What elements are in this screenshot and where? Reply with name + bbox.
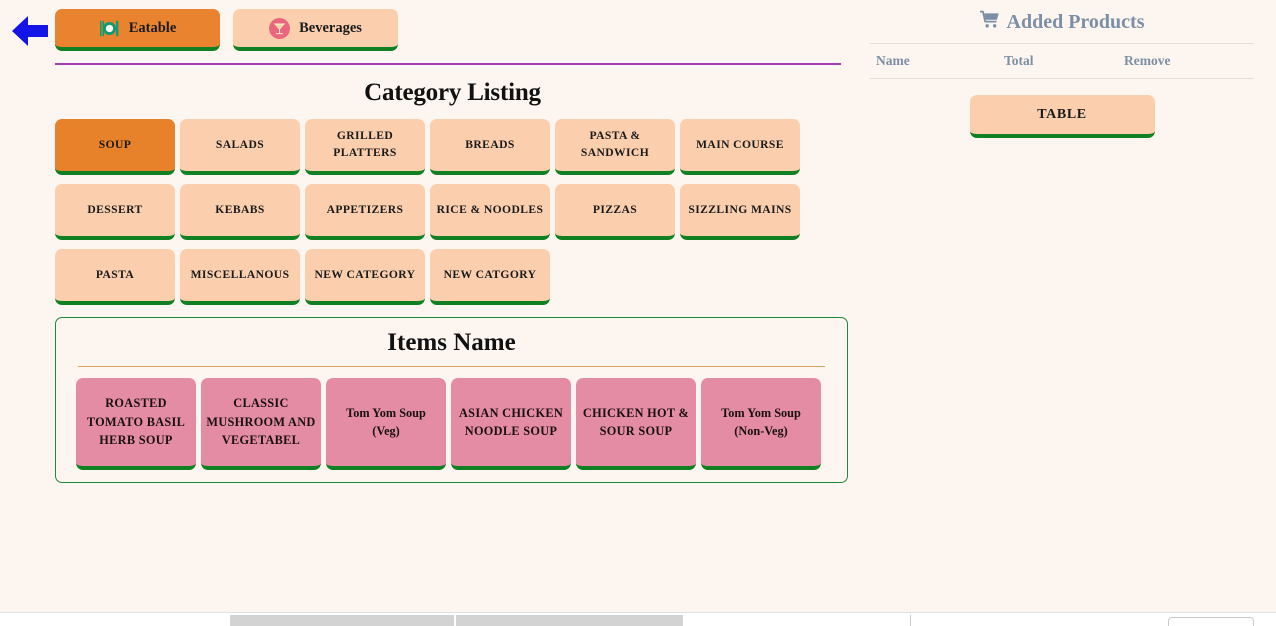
- item-button-tom-yom-soup-non-veg[interactable]: Tom Yom Soup (Non-Veg): [701, 378, 821, 470]
- category-button-pasta-sandwich[interactable]: PASTA & SANDWICH: [555, 119, 675, 175]
- category-button-salads[interactable]: SALADS: [180, 119, 300, 175]
- cocktail-glass-icon: [269, 18, 290, 39]
- tab-beverages-label: Beverages: [299, 20, 362, 37]
- below-fold-strip: [0, 612, 1276, 626]
- column-header-remove: Remove: [1124, 44, 1254, 79]
- arrow-left-icon: [8, 12, 52, 50]
- items-name-title: Items Name: [56, 318, 847, 366]
- pos-order-screen: Eatable Beverages Category Listing SOUP …: [0, 0, 1276, 626]
- menu-column: Eatable Beverages Category Listing SOUP …: [55, 0, 850, 483]
- tab-eatable-label: Eatable: [129, 20, 177, 37]
- tab-divider: [55, 63, 841, 65]
- category-grid: SOUP SALADS GRILLED PLATTERS BREADS PAST…: [55, 119, 815, 305]
- table-button-container: TABLE: [870, 79, 1254, 138]
- category-button-pasta[interactable]: PASTA: [55, 249, 175, 305]
- added-products-header: Added Products: [870, 0, 1254, 34]
- added-products-title: Added Products: [1007, 11, 1145, 34]
- added-products-table: Name Total Remove: [870, 43, 1254, 79]
- category-button-soup[interactable]: SOUP: [55, 119, 175, 175]
- category-button-pizzas[interactable]: PIZZAS: [555, 184, 675, 240]
- item-button-chicken-hot-sour-soup[interactable]: CHICKEN HOT & SOUR SOUP: [576, 378, 696, 470]
- category-button-rice-noodles[interactable]: RICE & NOODLES: [430, 184, 550, 240]
- category-button-sizzling-mains[interactable]: SIZZLING MAINS: [680, 184, 800, 240]
- table-button[interactable]: TABLE: [970, 95, 1155, 138]
- tab-eatable[interactable]: Eatable: [55, 9, 220, 51]
- back-arrow-button[interactable]: [8, 12, 52, 50]
- item-button-classic-mushroom-and-vegetabel[interactable]: CLASSIC MUSHROOM AND VEGETABEL: [201, 378, 321, 470]
- column-header-total: Total: [1004, 44, 1124, 79]
- shopping-cart-icon: [980, 10, 1000, 34]
- table-header-row: Name Total Remove: [870, 44, 1254, 79]
- category-listing-title: Category Listing: [55, 79, 850, 107]
- item-button-roasted-tomato-basil-herb-soup[interactable]: ROASTED TOMATO BASIL HERB SOUP: [76, 378, 196, 470]
- category-button-kebabs[interactable]: KEBABS: [180, 184, 300, 240]
- column-header-name: Name: [870, 44, 1004, 79]
- added-products-column: Added Products Name Total Remove TABLE: [870, 0, 1254, 138]
- category-button-grilled-platters[interactable]: GRILLED PLATTERS: [305, 119, 425, 175]
- category-type-tabs: Eatable Beverages: [55, 0, 850, 51]
- below-fold-cell-left: [230, 615, 454, 626]
- items-panel: Items Name ROASTED TOMATO BASIL HERB SOU…: [55, 317, 848, 483]
- tab-beverages[interactable]: Beverages: [233, 9, 398, 51]
- category-button-appetizers[interactable]: APPETIZERS: [305, 184, 425, 240]
- below-fold-cell-right: [456, 615, 683, 626]
- items-divider: [78, 366, 825, 367]
- item-button-tom-yom-soup-veg[interactable]: Tom Yom Soup (Veg): [326, 378, 446, 470]
- items-grid: ROASTED TOMATO BASIL HERB SOUP CLASSIC M…: [56, 378, 847, 470]
- below-fold-divider: [910, 615, 911, 626]
- item-button-asian-chicken-noodle-soup[interactable]: ASIAN CHICKEN NOODLE SOUP: [451, 378, 571, 470]
- category-button-main-course[interactable]: MAIN COURSE: [680, 119, 800, 175]
- category-button-new-catgory[interactable]: NEW CATGORY: [430, 249, 550, 305]
- category-button-dessert[interactable]: DESSERT: [55, 184, 175, 240]
- category-button-miscellanous[interactable]: MISCELLANOUS: [180, 249, 300, 305]
- category-button-breads[interactable]: BREADS: [430, 119, 550, 175]
- below-fold-input-box: [1168, 617, 1254, 626]
- category-button-new-category[interactable]: NEW CATEGORY: [305, 249, 425, 305]
- plate-cutlery-icon: [99, 18, 120, 39]
